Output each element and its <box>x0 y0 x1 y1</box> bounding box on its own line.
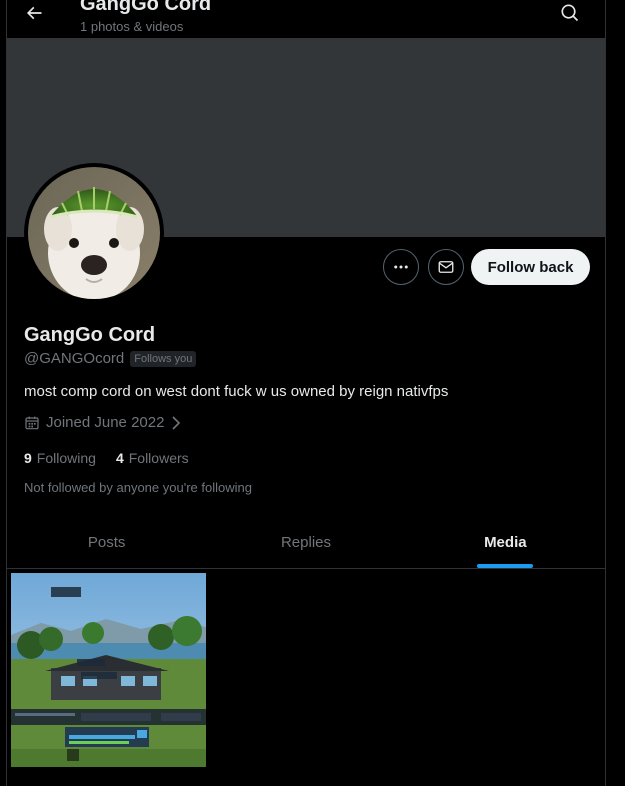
tab-posts-label: Posts <box>87 534 126 551</box>
following-count: 9 <box>24 450 32 466</box>
chevron-right-icon <box>172 415 181 430</box>
followers-link[interactable]: 4 Followers <box>116 450 189 466</box>
back-button[interactable] <box>21 0 47 26</box>
joined-row[interactable]: Joined June 2022 <box>24 414 182 431</box>
display-name: GangGo Cord <box>24 324 156 346</box>
follow-back-button[interactable]: Follow back <box>471 249 590 285</box>
more-button[interactable] <box>383 249 419 285</box>
tab-posts[interactable]: Posts <box>7 517 206 568</box>
calendar-icon <box>25 416 39 429</box>
avatar[interactable] <box>24 163 164 303</box>
active-tab-indicator <box>477 564 534 568</box>
handle: @GANGOcord <box>24 350 125 367</box>
more-icon <box>394 265 408 269</box>
tab-replies[interactable]: Replies <box>206 517 405 568</box>
tab-replies-label: Replies <box>280 534 331 551</box>
header-subtitle: 1 photos & videos <box>80 19 184 34</box>
search-button[interactable] <box>557 0 583 26</box>
profile-column: GangGo Cord 1 photos & videos Follow bac… <box>6 0 606 786</box>
following-link[interactable]: 9 Following <box>24 450 96 466</box>
following-label: Following <box>36 450 96 466</box>
followers-label: Followers <box>128 450 189 466</box>
mail-icon <box>438 261 454 273</box>
follows-you-badge: Follows you <box>130 350 197 367</box>
arrow-left-icon <box>26 6 42 20</box>
bio: most comp cord on west dont fuck w us ow… <box>24 383 449 400</box>
tab-media-label: Media <box>484 534 527 551</box>
handle-row: @GANGOcord Follows you <box>24 350 197 367</box>
media-thumbnail[interactable] <box>11 573 206 767</box>
message-button[interactable] <box>428 249 464 285</box>
header-title: GangGo Cord <box>80 0 212 15</box>
search-icon <box>561 4 579 22</box>
joined-date: Joined June 2022 <box>46 414 165 431</box>
profile-tabs: Posts Replies Media <box>7 517 605 569</box>
tab-media[interactable]: Media <box>406 517 605 568</box>
not-followed-text: Not followed by anyone you're following <box>24 480 252 495</box>
followers-count: 4 <box>115 450 124 466</box>
top-bar: GangGo Cord 1 photos & videos <box>7 0 605 38</box>
avatar-image <box>28 167 160 299</box>
stats-row: 9 Following 4 Followers <box>24 450 189 466</box>
